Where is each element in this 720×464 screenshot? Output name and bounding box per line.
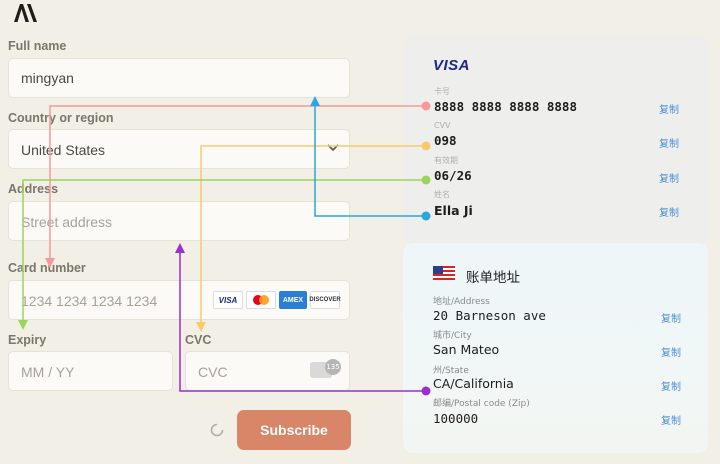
arrow-address-head — [175, 243, 185, 253]
arrow-name — [314, 106, 426, 217]
arrow-name-dot — [421, 211, 431, 221]
arrow-name-head — [310, 96, 320, 106]
arrow-cvv-dot — [421, 141, 431, 151]
arrow-cvv — [200, 145, 426, 326]
arrow-card-number — [49, 105, 426, 262]
arrow-expiry-head — [18, 320, 28, 330]
connector-arrows — [18, 96, 431, 396]
arrow-address — [179, 252, 426, 392]
arrow-expiry-dot — [421, 175, 431, 185]
arrow-expiry — [22, 179, 426, 324]
arrow-card-number-head — [45, 258, 55, 268]
arrow-card-number-dot — [421, 101, 431, 111]
arrow-cvv-head — [196, 322, 206, 332]
arrow-address-dot — [421, 386, 431, 396]
